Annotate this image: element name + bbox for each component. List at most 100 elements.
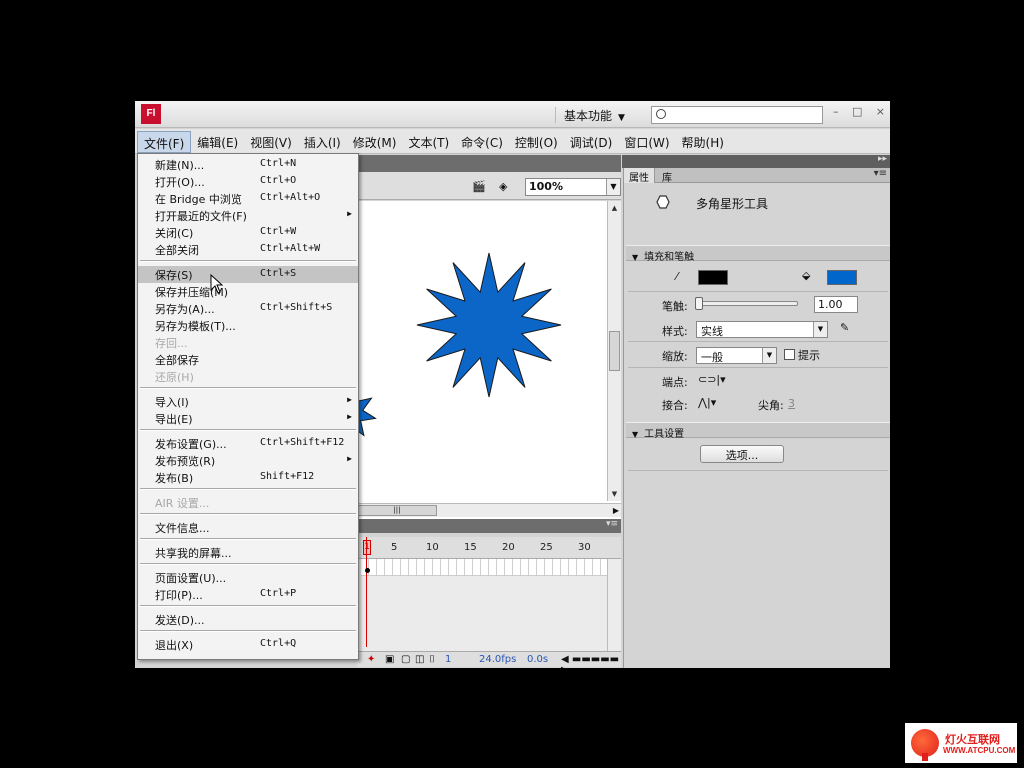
file-menu-item[interactable]: 打开最近的文件(F) ▶ — [138, 207, 358, 224]
tab-library[interactable]: 库 — [657, 168, 677, 184]
scroll-thumb[interactable]: ||| — [357, 505, 437, 516]
timeline-ruler[interactable]: 1 5 10 15 20 25 30 — [357, 537, 621, 559]
onion-skin-icon[interactable]: ▣ — [385, 654, 394, 665]
file-menu-item[interactable]: 打印(P)... Ctrl+P — [138, 586, 358, 603]
panel-dock-strip: ▸▸ — [622, 154, 890, 168]
file-menu-item[interactable]: 发送(D)... — [138, 611, 358, 628]
close-button[interactable]: × — [876, 105, 885, 121]
file-menu-item[interactable]: 全部关闭 Ctrl+Alt+W — [138, 241, 358, 258]
file-menu-item[interactable]: 新建(N)... Ctrl+N — [138, 156, 358, 173]
keyframe[interactable] — [365, 568, 370, 573]
tool-settings-section[interactable]: ▼ 工具设置 — [626, 422, 890, 440]
file-menu-item[interactable]: 页面设置(U)... — [138, 569, 358, 586]
panel-menu-icon[interactable]: ▾≡ — [606, 519, 618, 529]
stroke-color-swatch[interactable] — [698, 270, 728, 285]
file-menu-item: AIR 设置... — [138, 494, 358, 511]
layer-frames-row[interactable] — [361, 559, 607, 576]
fill-stroke-section[interactable]: ▼ 填充和笔触 — [626, 245, 890, 263]
edit-multiple-icon[interactable]: ◫ — [415, 654, 424, 665]
collapse-icon[interactable]: ▸▸ — [878, 154, 887, 164]
menu-help[interactable]: 帮助(H) — [676, 131, 730, 153]
zoom-select[interactable]: 100% ▼ — [525, 178, 621, 196]
menu-item-label: 存回... — [155, 337, 188, 350]
panel-menu-icon[interactable]: ▾≡ — [874, 168, 887, 179]
timeline-scrollbar[interactable] — [607, 559, 621, 651]
file-menu-item[interactable]: 保存(S) Ctrl+S — [138, 266, 358, 283]
file-menu-item[interactable]: 在 Bridge 中浏览 Ctrl+Alt+O — [138, 190, 358, 207]
minimize-button[interactable]: – — [833, 105, 839, 121]
frame-rate[interactable]: 24.0fps — [479, 654, 516, 665]
tick-label: 5 — [391, 542, 398, 553]
section-title: 填充和笔触 — [644, 252, 695, 263]
file-menu-item[interactable]: 发布预览(R) ▶ — [138, 452, 358, 469]
menu-edit[interactable]: 编辑(E) — [191, 131, 244, 153]
search-icon — [656, 109, 666, 119]
star-shape-partial[interactable] — [357, 387, 377, 440]
join-style-select[interactable]: ⋀|▾ — [698, 396, 716, 409]
scale-select[interactable]: 一般 ▼ — [696, 347, 777, 364]
file-menu-item[interactable]: 打开(O)... Ctrl+O — [138, 173, 358, 190]
tab-properties[interactable]: 属性 — [624, 168, 655, 184]
timeline-frames[interactable] — [357, 537, 621, 651]
scroll-up-icon[interactable]: ▲ — [608, 201, 621, 215]
submenu-arrow-icon: ▶ — [347, 454, 352, 463]
search-input[interactable] — [670, 108, 820, 122]
cap-style-select[interactable]: ⊂⊃|▾ — [698, 373, 726, 386]
slider-knob[interactable] — [695, 297, 703, 310]
menu-view[interactable]: 视图(V) — [244, 131, 298, 153]
mouse-cursor-icon — [210, 274, 224, 294]
menu-file[interactable]: 文件(F) — [137, 131, 192, 153]
hint-label: 提示 — [798, 349, 820, 362]
file-menu-item[interactable]: 发布设置(G)... Ctrl+Shift+F12 — [138, 435, 358, 452]
divider — [628, 341, 888, 342]
edit-symbol-icon[interactable]: ◈ — [499, 180, 513, 193]
file-menu-item[interactable]: 导出(E) ▶ — [138, 410, 358, 427]
file-menu-item[interactable]: 退出(X) Ctrl+Q — [138, 636, 358, 653]
options-button[interactable]: 选项... — [700, 445, 784, 463]
menu-text[interactable]: 文本(T) — [402, 131, 455, 153]
edit-stroke-style-icon[interactable]: ✎ — [840, 321, 849, 334]
file-menu-item[interactable]: 共享我的屏幕... — [138, 544, 358, 561]
menu-window[interactable]: 窗口(W) — [618, 131, 675, 153]
scroll-down-icon[interactable]: ▼ — [608, 487, 621, 501]
workspace-switcher[interactable]: 基本功能 ▼ — [555, 107, 635, 123]
stage-horizontal-scrollbar[interactable]: ||| ▶ — [357, 503, 621, 517]
file-menu-item[interactable]: 文件信息... — [138, 519, 358, 536]
menu-debug[interactable]: 调试(D) — [564, 131, 619, 153]
menu-insert[interactable]: 插入(I) — [298, 131, 347, 153]
maximize-button[interactable]: □ — [852, 105, 862, 121]
menu-separator — [140, 513, 356, 515]
help-search[interactable] — [651, 106, 823, 124]
playhead[interactable]: 1 — [363, 540, 371, 555]
stroke-width-slider[interactable] — [695, 297, 798, 310]
stage-vertical-scrollbar[interactable]: ▲ ▼ — [607, 201, 621, 501]
tick-label: 10 — [426, 542, 439, 553]
fill-color-swatch[interactable] — [827, 270, 857, 285]
miter-value[interactable]: 3 — [788, 397, 795, 410]
menu-control[interactable]: 控制(O) — [509, 131, 564, 153]
star-shape[interactable] — [416, 252, 562, 398]
file-menu-item[interactable]: 发布(B) Shift+F12 — [138, 469, 358, 486]
timeline-hscroll[interactable]: ◀ ▬▬▬▬▬ ▶ — [561, 654, 621, 668]
scroll-thumb[interactable] — [609, 331, 620, 371]
stage[interactable] — [357, 201, 621, 519]
hint-checkbox[interactable] — [784, 349, 795, 360]
edit-scene-icon[interactable]: 🎬 — [472, 180, 486, 193]
file-menu-item[interactable]: 全部保存 — [138, 351, 358, 368]
file-menu-item[interactable]: 另存为(A)... Ctrl+Shift+S — [138, 300, 358, 317]
scroll-right-icon[interactable]: ▶ — [613, 504, 619, 518]
file-menu-item[interactable]: 保存并压缩(M) — [138, 283, 358, 300]
menu-commands[interactable]: 命令(C) — [455, 131, 509, 153]
stroke-width-input[interactable]: 1.00 — [814, 296, 858, 313]
file-menu-item[interactable]: 关闭(C) Ctrl+W — [138, 224, 358, 241]
menu-item-label: 关闭(C) — [155, 227, 194, 240]
window-controls: – □ × — [833, 105, 885, 121]
onion-outline-icon[interactable]: ▢ — [401, 654, 410, 665]
file-menu-item[interactable]: 另存为模板(T)... — [138, 317, 358, 334]
style-select[interactable]: 实线 ▼ — [696, 321, 828, 338]
center-frame-icon[interactable]: ✦ — [367, 654, 375, 665]
file-menu-item[interactable]: 导入(I) ▶ — [138, 393, 358, 410]
menu-modify[interactable]: 修改(M) — [347, 131, 403, 153]
onion-markers-icon[interactable]: ⌷ — [429, 654, 435, 665]
menu-item-shortcut: Ctrl+Q — [260, 638, 297, 649]
